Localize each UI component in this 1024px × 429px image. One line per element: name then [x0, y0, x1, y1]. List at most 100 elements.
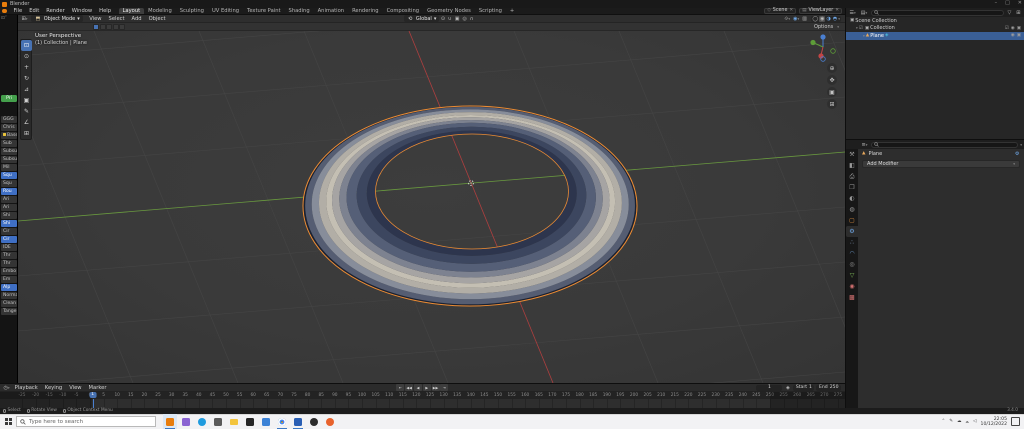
properties-tab-render[interactable]: ◧: [846, 160, 858, 171]
left-strip-item[interactable]: GGG: [1, 116, 17, 123]
taskbar-app-photos[interactable]: [243, 414, 257, 429]
shading-wireframe-icon[interactable]: ◯: [812, 16, 820, 22]
left-strip-item[interactable]: Em: [1, 276, 17, 283]
left-strip-item[interactable]: Embo: [1, 268, 17, 275]
viewport-pan-button[interactable]: ✥: [827, 75, 837, 85]
current-frame-field[interactable]: 1: [756, 385, 782, 391]
workspace-tab-sculpting[interactable]: Sculpting: [176, 8, 208, 14]
left-strip-item[interactable]: Rou: [1, 188, 17, 195]
viewport-menu-object[interactable]: Object: [145, 16, 169, 22]
timeline-editor-icon[interactable]: ◷▾: [2, 385, 11, 391]
left-strip-item[interactable]: Mil: [1, 164, 17, 171]
workspace-tab-layout[interactable]: Layout: [119, 8, 145, 14]
playback-prev-keyframe[interactable]: ◀◀: [405, 384, 413, 391]
left-strip-item[interactable]: Shi: [1, 212, 17, 219]
left-strip-item[interactable]: IDE: [1, 244, 17, 251]
scene-selector[interactable]: ◇ Scene ✕: [764, 8, 796, 14]
outliner-editor-icon[interactable]: ☰▾: [848, 10, 857, 16]
snap-target-icon[interactable]: ▣: [453, 16, 461, 22]
tool-cursor[interactable]: ⊙: [21, 51, 32, 62]
tray-cloud-icon[interactable]: ☁: [957, 419, 962, 424]
properties-tab-material[interactable]: ◉: [846, 281, 858, 292]
taskbar-app-orange-app[interactable]: [323, 414, 337, 429]
workspace-tab-compositing[interactable]: Compositing: [383, 8, 424, 14]
timeline-menu-keying[interactable]: Keying: [41, 385, 65, 391]
timeline-menu-view[interactable]: View: [66, 385, 85, 391]
taskbar-app-task-view[interactable]: [211, 414, 225, 429]
left-strip-item[interactable]: Shi: [1, 220, 17, 227]
workspace-tab-uv-editing[interactable]: UV Editing: [208, 8, 243, 14]
proportional-edit-icon[interactable]: ◎: [461, 16, 468, 22]
taskbar-app-dark-circle-app[interactable]: [307, 414, 321, 429]
properties-tab-modifiers[interactable]: ⚙: [846, 226, 858, 237]
properties-tab-world[interactable]: ◍: [846, 204, 858, 215]
blender-logo-icon[interactable]: [2, 9, 7, 13]
gizmo-y-axis[interactable]: [810, 40, 815, 45]
tray-pen-icon[interactable]: ✎: [949, 419, 953, 424]
taskbar-app-mail[interactable]: [259, 414, 273, 429]
viewport-menu-add[interactable]: Add: [128, 16, 145, 22]
start-button[interactable]: [0, 414, 16, 429]
left-strip-item[interactable]: Cir: [1, 236, 17, 243]
left-strip-item[interactable]: Clean: [1, 300, 17, 307]
workspace-tab-scripting[interactable]: Scripting: [475, 8, 506, 14]
playback-jump-to-end[interactable]: ⇥: [440, 384, 448, 391]
tool-transform[interactable]: ▣: [21, 95, 32, 106]
tray-network-icon[interactable]: ⩕: [966, 419, 970, 425]
menu-render[interactable]: Render: [43, 8, 68, 14]
select-mode-invert[interactable]: [113, 24, 119, 30]
properties-search-field[interactable]: [871, 142, 1018, 148]
falloff-icon[interactable]: ∩: [468, 16, 475, 22]
properties-tab-object[interactable]: ▢: [846, 215, 858, 226]
add-modifier-button[interactable]: Add Modifier ▾: [862, 160, 1020, 168]
show-gizmos-icon[interactable]: ⟐▾: [783, 16, 792, 22]
playback-jump-to-start[interactable]: ⇤: [396, 384, 404, 391]
left-strip-item[interactable]: Base C: [1, 132, 17, 139]
viewport-menu-view[interactable]: View: [86, 16, 105, 22]
properties-options-icon[interactable]: ▾: [1020, 143, 1022, 147]
outliner-row-plane[interactable]: ▾▲Plane◈◉▣: [846, 32, 1024, 40]
properties-tab-output[interactable]: ⎙: [846, 171, 858, 182]
close-button[interactable]: ✕: [1018, 0, 1022, 6]
frame-end-field[interactable]: End 250: [816, 385, 841, 391]
unlink-scene-icon[interactable]: ✕: [789, 8, 793, 13]
viewport-canvas[interactable]: [18, 31, 845, 383]
gizmo-y-neg[interactable]: [831, 49, 836, 54]
workspace-tab-modeling[interactable]: Modeling: [144, 8, 176, 14]
tray-volume-icon[interactable]: ◁: [973, 419, 976, 424]
minimize-button[interactable]: –: [995, 0, 998, 6]
left-strip-item[interactable]: Squ: [1, 180, 17, 187]
tool-measure[interactable]: ∠: [21, 117, 32, 128]
playback-play[interactable]: ▶: [423, 384, 431, 391]
transform-orientation[interactable]: ⟲ Global ▾: [404, 15, 440, 22]
viewlayer-selector[interactable]: ▤ ViewLayer ✕: [799, 8, 842, 14]
playback-play-reverse[interactable]: ◀: [414, 384, 422, 391]
properties-editor-icon[interactable]: ≡▾: [860, 142, 869, 148]
left-strip-item[interactable]: Norma: [1, 292, 17, 299]
timeline-menu-playback[interactable]: Playback: [11, 385, 41, 391]
left-strip-item[interactable]: Thr: [1, 260, 17, 267]
select-mode-intersect[interactable]: [119, 24, 125, 30]
properties-tab-physics[interactable]: ◠: [846, 248, 858, 259]
select-mode-set[interactable]: [93, 24, 99, 30]
workspace-tab-shading[interactable]: Shading: [285, 8, 314, 14]
maximize-button[interactable]: □: [1005, 0, 1010, 6]
select-mode-extend[interactable]: [100, 24, 106, 30]
workspace-tab-rendering[interactable]: Rendering: [348, 8, 383, 14]
left-strip-item[interactable]: Thr: [1, 252, 17, 259]
properties-tab-view-layer[interactable]: ❐: [846, 182, 858, 193]
editor-type-icon[interactable]: ⊞▾: [20, 16, 29, 22]
workspace-tab-+[interactable]: +: [506, 8, 518, 14]
frame-start-field[interactable]: Start 1: [793, 385, 814, 391]
tool-select-box[interactable]: ⊡: [21, 40, 32, 51]
properties-tab-constraints[interactable]: ◎: [846, 259, 858, 270]
tool-rotate[interactable]: ↻: [21, 73, 32, 84]
outliner-display-mode-icon[interactable]: ▤▾: [859, 10, 869, 16]
menu-file[interactable]: File: [10, 8, 26, 14]
outliner-row-scene-collection[interactable]: ▣Scene Collection: [846, 17, 1024, 25]
properties-tab-particles[interactable]: ∴: [846, 237, 858, 248]
properties-tab-tool[interactable]: ⚒: [846, 149, 858, 160]
viewport-zoom-button[interactable]: ⊕: [827, 63, 837, 73]
left-strip-item[interactable]: Squ: [1, 172, 17, 179]
taskbar-app-blender[interactable]: [163, 414, 177, 429]
